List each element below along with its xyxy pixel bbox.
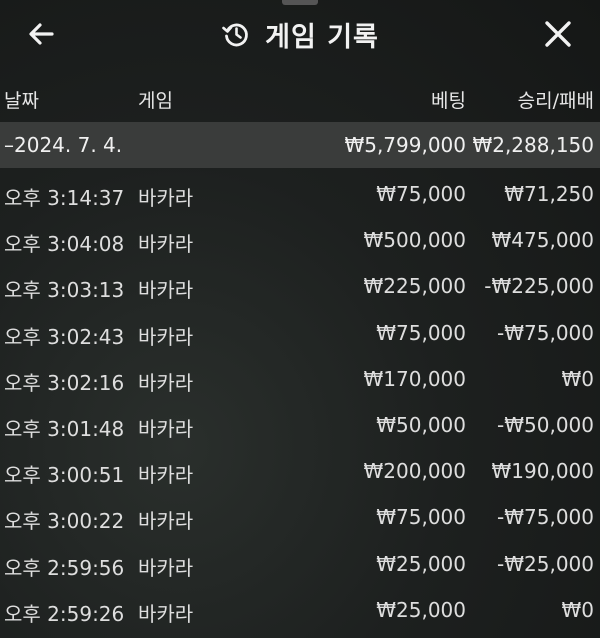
column-header-result: 승리/패배 [517, 90, 594, 112]
column-header-date: 날짜 [4, 90, 39, 112]
record-row[interactable]: 오후 3:14:37 바카라 ₩75,000 ₩71,250 [0, 170, 600, 216]
record-game: 바카라 [138, 370, 194, 395]
summary-date: –2024. 7. 4. [4, 133, 123, 157]
record-game: 바카라 [138, 463, 194, 488]
title-group: 게임 기록 [0, 14, 600, 54]
record-result: -₩75,000 [497, 320, 594, 345]
arrow-left-icon [29, 23, 54, 45]
history-icon [222, 23, 248, 47]
record-row[interactable]: 오후 2:59:56 바카라 ₩25,000 -₩25,000 [0, 540, 600, 586]
record-bet: ₩225,000 [363, 274, 466, 299]
date-summary-row[interactable]: –2024. 7. 4. ₩5,799,000 ₩2,288,150 [0, 122, 600, 168]
record-row[interactable]: 오후 3:03:13 바카라 ₩225,000 -₩225,000 [0, 262, 600, 308]
record-game: 바카라 [138, 232, 194, 257]
record-time: 오후 3:00:22 [4, 509, 125, 534]
column-header-game: 게임 [138, 90, 173, 112]
back-button[interactable] [24, 14, 64, 54]
record-time: 오후 3:14:37 [4, 186, 125, 210]
record-bet: ₩75,000 [376, 505, 466, 530]
page-title: 게임 기록 [265, 21, 379, 53]
record-time: 오후 2:59:56 [4, 555, 125, 580]
record-bet: ₩170,000 [363, 366, 466, 391]
record-game: 바카라 [138, 186, 194, 210]
record-time: 오후 3:01:48 [4, 416, 125, 441]
record-time: 오후 2:59:26 [4, 601, 125, 626]
record-result: -₩75,000 [497, 505, 594, 530]
close-icon [545, 21, 571, 47]
record-result: -₩50,000 [497, 412, 594, 437]
record-row[interactable]: 오후 3:02:43 바카라 ₩75,000 -₩75,000 [0, 309, 600, 355]
record-result: ₩0 [561, 597, 595, 622]
record-time: 오후 3:02:43 [4, 324, 125, 349]
record-game: 바카라 [138, 601, 194, 626]
record-bet: ₩75,000 [376, 182, 466, 206]
record-time: 오후 3:00:51 [4, 463, 125, 488]
record-bet: ₩25,000 [376, 597, 466, 622]
record-game: 바카라 [138, 278, 194, 303]
record-bet: ₩25,000 [376, 551, 466, 576]
record-result: -₩25,000 [497, 551, 594, 576]
summary-result-total: ₩2,288,150 [472, 133, 594, 157]
record-row[interactable]: 오후 3:00:22 바카라 ₩75,000 -₩75,000 [0, 493, 600, 539]
record-bet: ₩500,000 [363, 228, 466, 253]
record-result: -₩225,000 [484, 274, 594, 299]
record-row[interactable]: 오후 3:00:51 바카라 ₩200,000 ₩190,000 [0, 447, 600, 493]
record-time: 오후 3:04:08 [4, 232, 125, 257]
record-game: 바카라 [138, 509, 194, 534]
record-time: 오후 3:02:16 [4, 370, 125, 395]
record-game: 바카라 [138, 416, 194, 441]
record-row[interactable]: 오후 3:02:16 바카라 ₩170,000 ₩0 [0, 355, 600, 401]
column-headers: 날짜 게임 베팅 승리/패배 [0, 78, 600, 118]
record-bet: ₩75,000 [376, 320, 466, 345]
record-game: 바카라 [138, 324, 194, 349]
record-row[interactable]: 오후 3:04:08 바카라 ₩500,000 ₩475,000 [0, 216, 600, 262]
record-bet: ₩50,000 [376, 412, 466, 437]
header: 게임 기록 [0, 0, 600, 70]
record-row[interactable]: 오후 3:01:48 바카라 ₩50,000 -₩50,000 [0, 401, 600, 447]
record-result: ₩475,000 [491, 228, 594, 253]
record-bet: ₩200,000 [363, 459, 466, 484]
record-result: ₩71,250 [504, 182, 594, 206]
column-header-bet: 베팅 [431, 90, 466, 112]
summary-bet-total: ₩5,799,000 [344, 133, 466, 157]
record-time: 오후 3:03:13 [4, 278, 125, 303]
close-button[interactable] [538, 14, 578, 54]
record-game: 바카라 [138, 555, 194, 580]
record-result: ₩0 [561, 366, 595, 391]
record-result: ₩190,000 [491, 459, 594, 484]
record-list: 오후 3:14:37 바카라 ₩75,000 ₩71,250 오후 3:04:0… [0, 170, 600, 632]
record-row[interactable]: 오후 2:59:26 바카라 ₩25,000 ₩0 [0, 586, 600, 632]
